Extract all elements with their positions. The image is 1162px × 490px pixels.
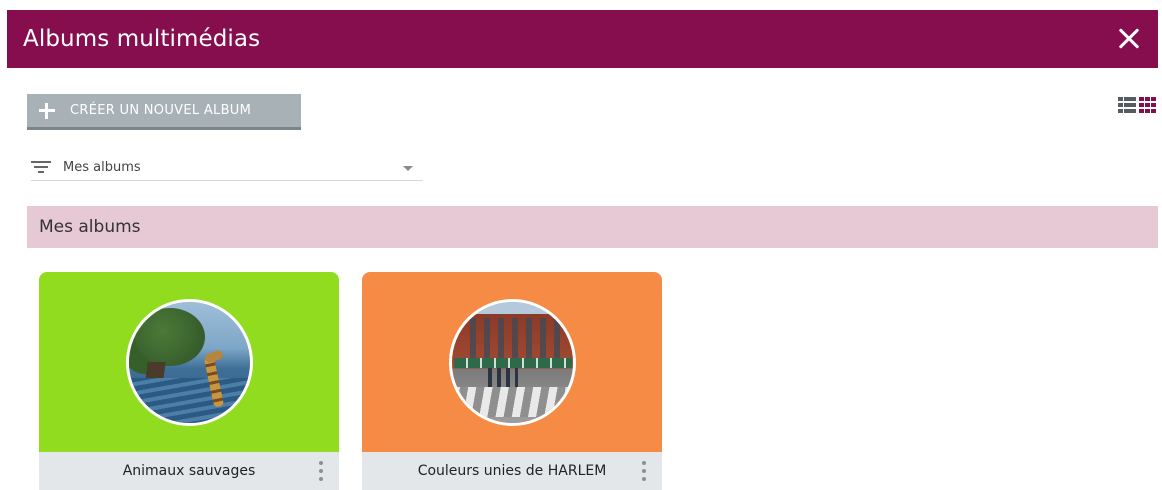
window-title: Albums multimédias — [23, 26, 261, 52]
view-toggles — [1118, 97, 1157, 113]
album-cover — [39, 272, 339, 452]
close-icon[interactable] — [1114, 24, 1144, 54]
window-titlebar: Albums multimédias — [7, 10, 1158, 68]
list-view-icon[interactable] — [1118, 97, 1136, 113]
album-filter-select[interactable]: Mes albums — [63, 154, 423, 181]
album-title: Couleurs unies de HARLEM — [417, 463, 607, 479]
album-cover-image — [125, 298, 253, 426]
giraffe-photo — [128, 301, 250, 423]
kebab-menu-icon[interactable] — [641, 461, 647, 481]
plus-icon — [39, 102, 55, 119]
grid-view-icon[interactable] — [1139, 97, 1157, 113]
street-photo — [451, 301, 573, 423]
album-card[interactable]: Couleurs unies de HARLEM — [362, 272, 662, 490]
album-card-footer: Couleurs unies de HARLEM — [362, 452, 662, 490]
section-header: Mes albums — [27, 206, 1158, 248]
album-cover-image — [448, 298, 576, 426]
section-title: Mes albums — [39, 217, 141, 237]
album-filter: Mes albums — [31, 154, 423, 181]
caret-down-icon — [403, 165, 413, 171]
kebab-menu-icon[interactable] — [318, 461, 324, 481]
album-card[interactable]: Animaux sauvages — [39, 272, 339, 490]
create-album-label: CRÉER UN NOUVEL ALBUM — [70, 103, 252, 118]
album-title: Animaux sauvages — [122, 463, 256, 479]
album-cover — [362, 272, 662, 452]
create-album-button[interactable]: CRÉER UN NOUVEL ALBUM — [27, 94, 301, 130]
filter-icon — [31, 160, 51, 174]
album-card-footer: Animaux sauvages — [39, 452, 339, 490]
album-filter-value: Mes albums — [63, 159, 141, 175]
